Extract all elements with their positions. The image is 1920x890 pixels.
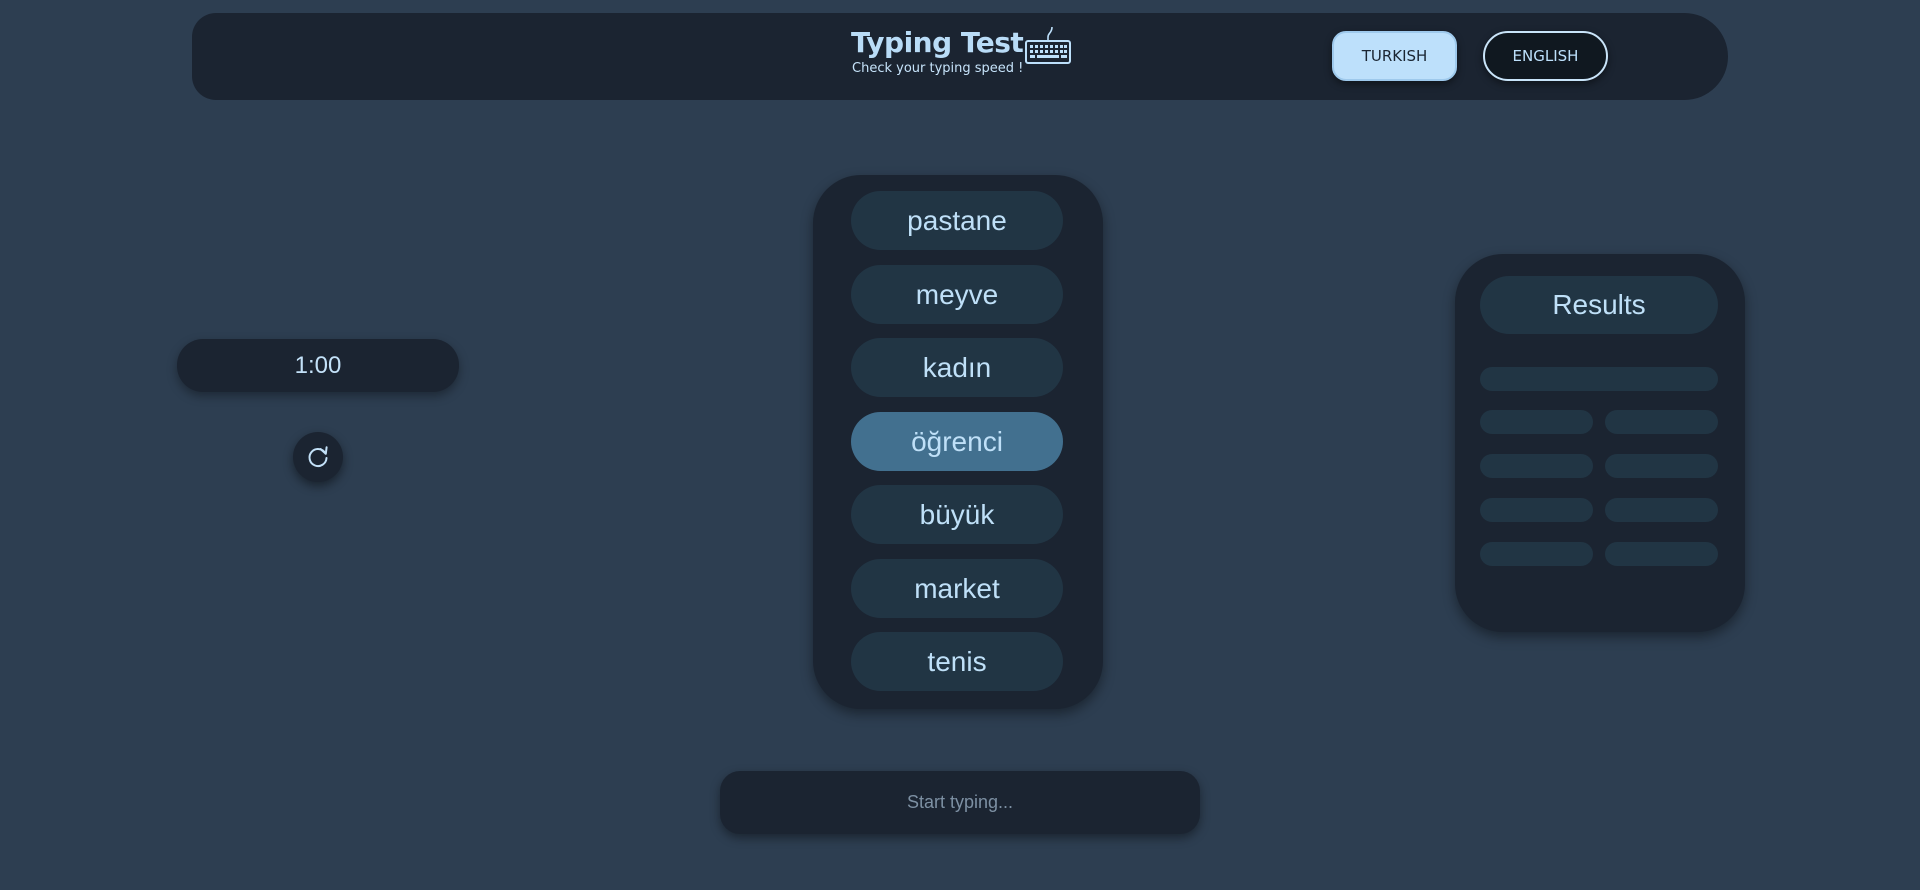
english-language-button[interactable]: ENGLISH bbox=[1483, 31, 1608, 81]
refresh-icon bbox=[308, 446, 328, 467]
typing-input[interactable] bbox=[720, 771, 1200, 834]
app-title: Typing Test bbox=[851, 26, 1024, 59]
word-item: meyve bbox=[851, 265, 1063, 324]
results-placeholder-bar bbox=[1480, 410, 1593, 434]
results-panel: Results bbox=[1455, 254, 1745, 632]
results-placeholder-bar bbox=[1480, 542, 1593, 566]
app-subtitle: Check your typing speed ! bbox=[852, 61, 1024, 76]
word-item: kadın bbox=[851, 338, 1063, 397]
results-placeholder-bar bbox=[1605, 454, 1718, 478]
current-word-item: öğrenci bbox=[851, 412, 1063, 471]
word-item: pastane bbox=[851, 191, 1063, 250]
results-placeholder-bar bbox=[1480, 367, 1718, 391]
restart-button[interactable] bbox=[293, 432, 343, 482]
keyboard-icon bbox=[1025, 26, 1071, 64]
word-item: market bbox=[851, 559, 1063, 618]
results-placeholder-bar bbox=[1605, 410, 1718, 434]
word-item: büyük bbox=[851, 485, 1063, 544]
results-title: Results bbox=[1480, 276, 1718, 334]
results-placeholder-bar bbox=[1480, 498, 1593, 522]
countdown-timer: 1:00 bbox=[177, 339, 459, 392]
turkish-language-button[interactable]: TURKISH bbox=[1332, 31, 1457, 81]
results-placeholder-bar bbox=[1605, 498, 1718, 522]
results-placeholder-bar bbox=[1605, 542, 1718, 566]
results-placeholder-bar bbox=[1480, 454, 1593, 478]
brand-logo: Typing Test Check your typing speed ! bbox=[851, 25, 1081, 85]
word-list-panel: pastane meyve kadın öğrenci büyük market… bbox=[813, 175, 1103, 709]
word-item: tenis bbox=[851, 632, 1063, 691]
typing-test-page: Typing Test Check your typing speed ! TU… bbox=[0, 0, 1920, 890]
